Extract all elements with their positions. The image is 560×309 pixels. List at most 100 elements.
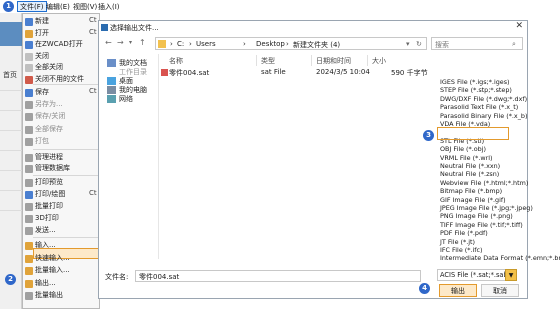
menu-item-icon (25, 52, 33, 61)
menu-separator (33, 149, 99, 150)
file-menu-item[interactable]: 保存/关闭 (35, 111, 65, 122)
chevron-down-icon[interactable]: ▾ (406, 40, 410, 48)
divider (0, 150, 22, 151)
search-input[interactable]: 搜索 ⌕ (431, 37, 523, 50)
menu-item-icon (25, 75, 33, 84)
menu-item-icon (25, 214, 33, 223)
file-size: 590 千字节 (391, 69, 428, 77)
cancel-button[interactable]: 取消 (481, 284, 519, 297)
divider (0, 210, 22, 211)
column-name[interactable]: 名称 (169, 56, 183, 66)
column-type[interactable]: 类型 (261, 56, 275, 66)
menu-item-icon (25, 153, 33, 162)
menu-item-icon (25, 137, 33, 146)
menubar: 文件(F) 编辑(E) 视图(V) 插入(I) (0, 0, 130, 13)
menu-separator (33, 237, 99, 238)
menu-shortcut: Ct (89, 189, 97, 197)
menu-edit[interactable]: 编辑(E) (46, 2, 70, 12)
folder-icon (158, 40, 166, 48)
file-menu-item[interactable]: 打印/绘图 (35, 189, 65, 200)
menu-item-icon (25, 254, 33, 263)
file-menu-item[interactable]: 全部关闭 (35, 62, 63, 73)
column-size[interactable]: 大小 (372, 56, 386, 66)
file-menu-item[interactable]: 3D打印 (35, 213, 59, 224)
network-icon (107, 95, 116, 103)
divider (0, 90, 22, 91)
file-menu-item[interactable]: 全部保存 (35, 124, 63, 135)
file-menu-item[interactable]: 输出... (35, 278, 56, 289)
file-name: 零件004.sat (169, 69, 210, 77)
file-menu-item[interactable]: 另存为... (35, 99, 63, 110)
filename-value: 零件004.sat (139, 273, 180, 281)
selected-type-outline (437, 127, 509, 140)
menu-file[interactable]: 文件(F) (17, 1, 47, 12)
output-button[interactable]: 输出 (439, 284, 477, 297)
forward-icon[interactable]: → (117, 38, 124, 47)
up-icon[interactable]: ↑ (139, 38, 146, 47)
step-badge-4: 4 (419, 283, 430, 294)
close-icon[interactable]: ✕ (515, 21, 523, 31)
file-menu-item[interactable]: 批量输出 (35, 290, 63, 301)
menu-view[interactable]: 视图(V) (73, 2, 97, 12)
file-menu-item[interactable]: 快速输入... (35, 253, 70, 264)
dialog-title: 选择输出文件... (110, 24, 159, 32)
file-menu-item[interactable]: 保存 (35, 87, 49, 98)
crumb-desktop[interactable]: Desktop (256, 40, 285, 48)
file-type-dropdown-list: IGES File (*.igs;*.iges) STEP File (*.stp… (437, 77, 560, 263)
crumb-sep: › (243, 40, 246, 48)
refresh-icon[interactable]: ↻ (416, 40, 422, 48)
file-menu-item[interactable]: 打开 (35, 28, 49, 39)
crumb-users[interactable]: Users (196, 40, 216, 48)
computer-icon (107, 86, 116, 94)
menu-item-icon (25, 112, 33, 121)
divider (0, 190, 22, 191)
file-menu-item[interactable]: 批量打印 (35, 201, 63, 212)
file-menu-item[interactable]: 打包 (35, 136, 49, 147)
chevron-down-icon[interactable]: ▾ (129, 39, 132, 46)
desktop-icon (107, 77, 116, 85)
home-label[interactable]: 首页 (3, 70, 17, 80)
menu-shortcut: Ct (89, 28, 97, 36)
file-dropdown-menu: 新建 Ct 打开 Ct 在ZWCAD打开 关闭 全部关闭 关闭不用的文件 保存 Ct 另存为... 保… (22, 13, 100, 309)
crumb-sep: › (189, 40, 192, 48)
filename-input[interactable]: 零件004.sat (135, 270, 421, 282)
nav-network[interactable]: 网络 (119, 94, 133, 104)
menu-separator (33, 175, 99, 176)
column-date[interactable]: 日期和时间 (316, 56, 351, 66)
divider (0, 110, 22, 111)
crumb-folder[interactable]: 新建文件夹 (4) (293, 40, 340, 50)
file-type-option[interactable]: Intermediate Data Format (*.emn;*.brd) (440, 254, 560, 263)
back-icon[interactable]: ← (105, 38, 112, 47)
file-menu-item[interactable]: 输入... (35, 240, 56, 251)
menu-item-icon (25, 125, 33, 134)
column-divider (256, 55, 257, 66)
app-logo-icon (0, 22, 22, 46)
step-badge-3: 3 (423, 130, 434, 141)
app-side-strip: 首页 (0, 0, 22, 309)
file-menu-item[interactable]: 在ZWCAD打开 (35, 39, 83, 50)
crumb-drive[interactable]: C: (177, 40, 184, 48)
divider (0, 170, 22, 171)
file-menu-item[interactable]: 发送... (35, 225, 56, 236)
chevron-down-icon[interactable]: ▼ (505, 269, 517, 281)
file-menu-item[interactable]: 关闭 (35, 51, 49, 62)
menu-item-icon (25, 100, 33, 109)
file-type: sat File (261, 68, 286, 76)
table-row[interactable]: 零件004.sat sat File 2024/3/5 10:04 590 千字… (161, 67, 428, 78)
menu-item-icon (25, 226, 33, 235)
menu-insert[interactable]: 插入(I) (98, 2, 120, 12)
menu-item-icon (25, 29, 33, 38)
menu-item-icon (25, 17, 33, 26)
crumb-sep: › (170, 40, 173, 48)
file-menu-item[interactable]: 打印预览 (35, 177, 63, 188)
file-menu-item[interactable]: 管理进程 (35, 152, 63, 163)
menu-separator (33, 84, 99, 85)
menu-item-icon (25, 164, 33, 173)
dialog-app-icon (101, 24, 108, 31)
address-bar[interactable]: › C: › Users › Desktop › 新建文件夹 (4) ▾ ↻ (155, 37, 427, 50)
file-menu-item[interactable]: 新建 (35, 16, 49, 27)
file-menu-item[interactable]: 批量输入... (35, 265, 70, 276)
file-menu-item[interactable]: 管理数据库 (35, 163, 70, 174)
menu-item-icon (25, 88, 33, 97)
menu-item-icon (25, 279, 33, 288)
